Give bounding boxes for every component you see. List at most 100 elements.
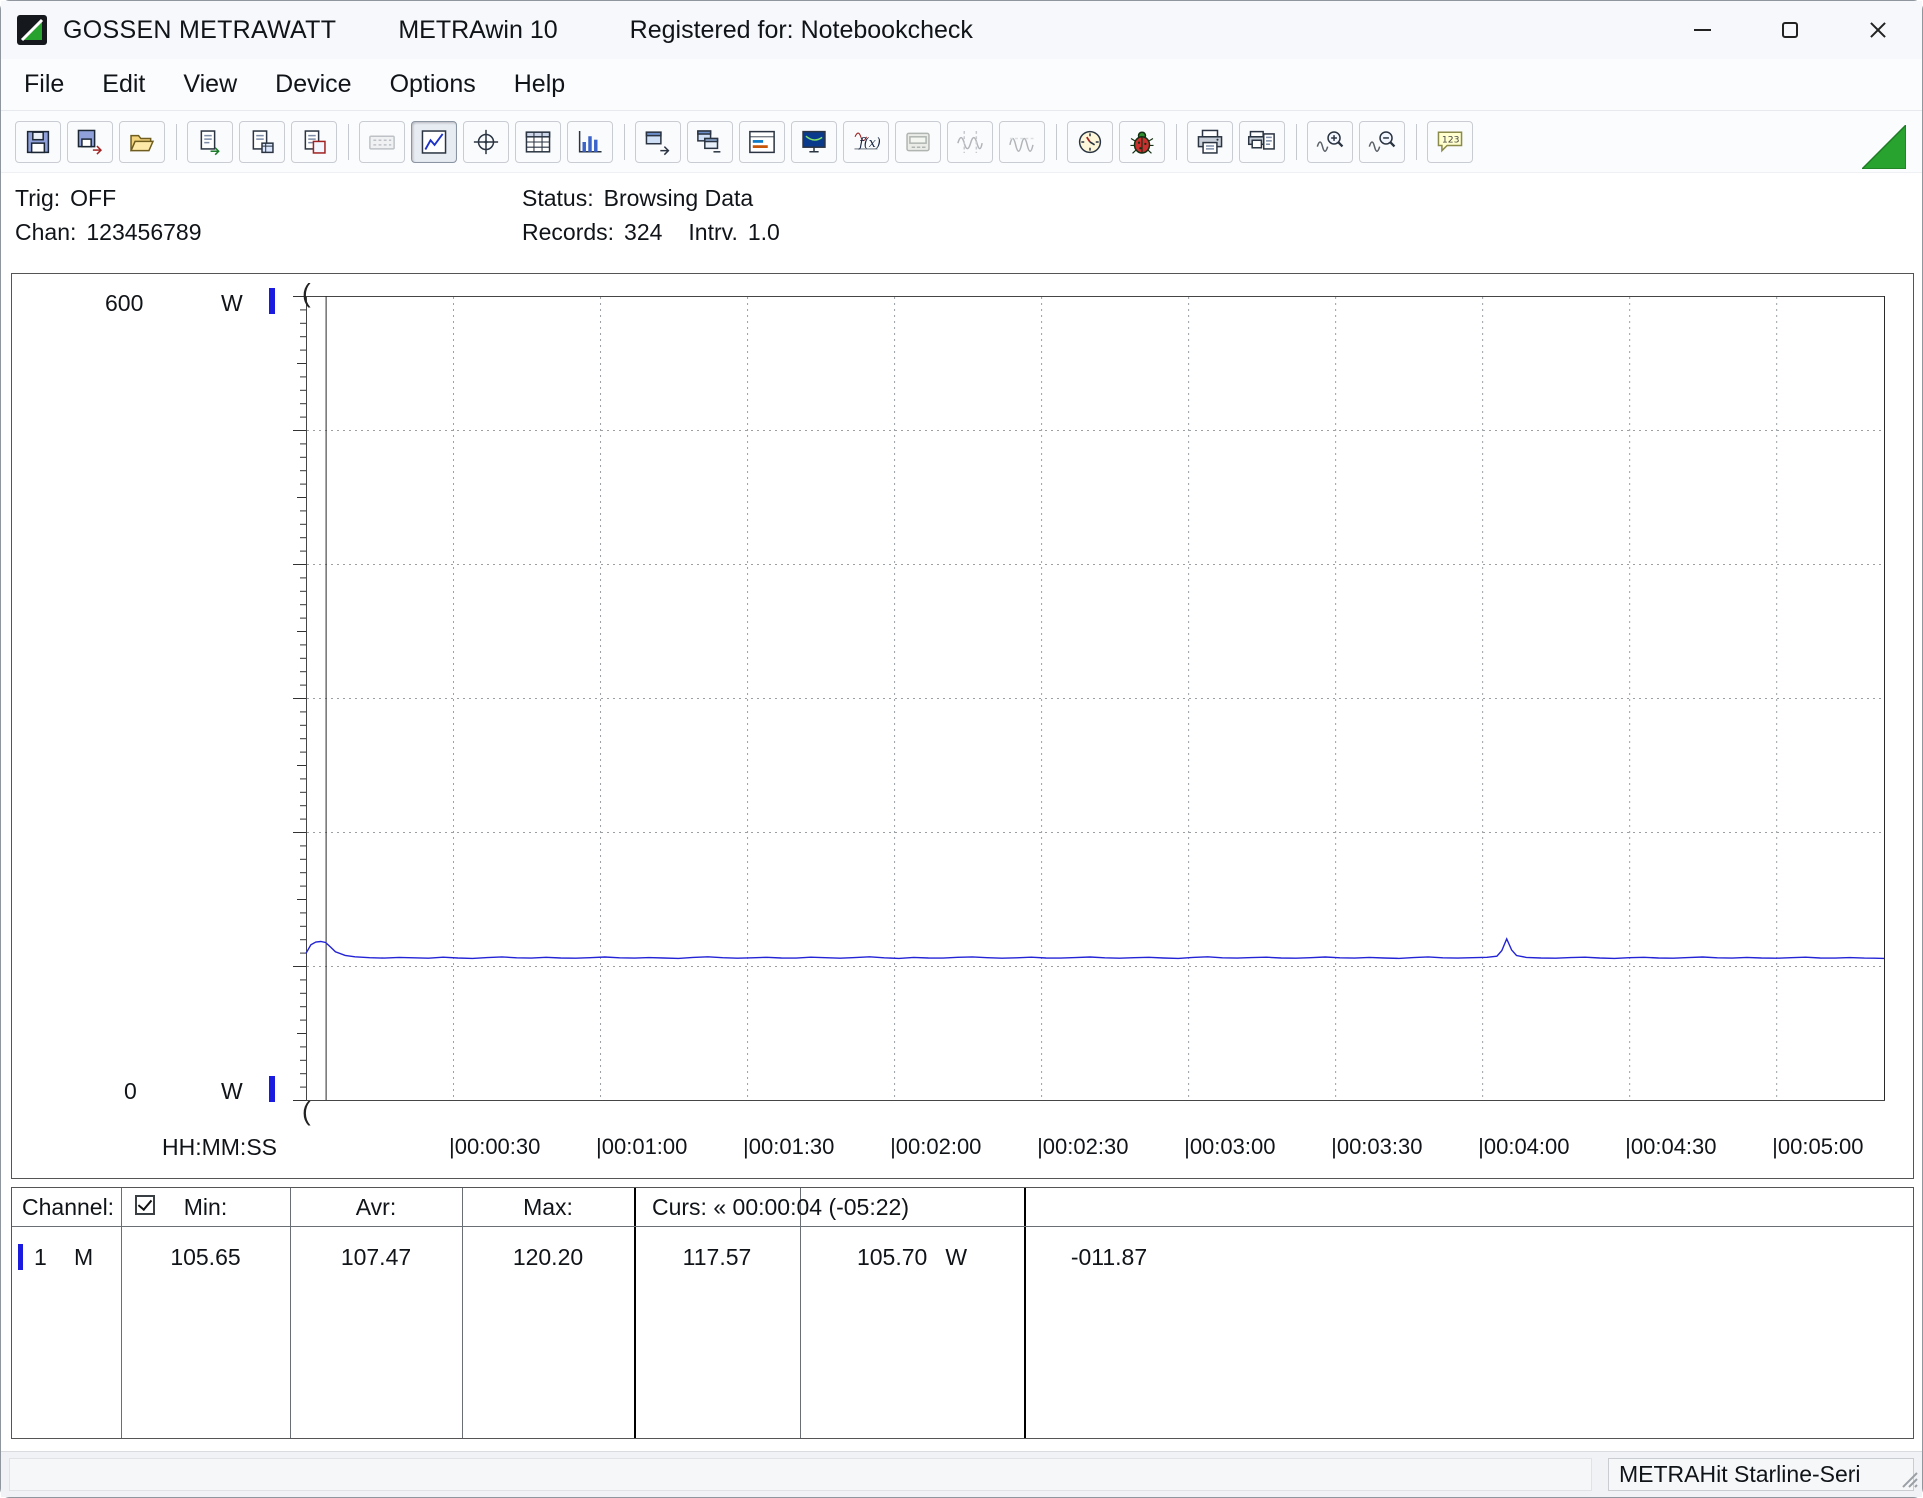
toolbar-separator [348,124,349,160]
value-cursor2: 105.70 [857,1244,927,1270]
toolbar-separator [1296,124,1297,160]
connected-device-name: METRAHit Starline-Seri [1619,1461,1861,1488]
channel-number: 1 [34,1244,47,1271]
toolbar-separator [176,124,177,160]
menu-item-edit[interactable]: Edit [83,70,164,99]
status-line: Status: Browsing Data [522,181,780,215]
trig-label: Trig: [15,185,60,211]
y-axis-unit-bottom: W [221,1078,243,1105]
toolbar-save-button[interactable] [15,121,61,163]
trigger-channel-info: Trig: OFF Chan: 123456789 [15,181,202,249]
toolbar-waveform-markers-button[interactable] [947,121,993,163]
toolbar-zoom-out-button[interactable] [1359,121,1405,163]
cursor1-marker-top[interactable]: ( [302,278,311,309]
header-channel: Channel: [22,1194,114,1221]
header-avr: Avr: [290,1194,462,1221]
toolbar-window-tile-button[interactable] [687,121,733,163]
toolbar-crosshair-button[interactable] [463,121,509,163]
time-tick-label: |00:02:30 [1037,1134,1128,1160]
statusbar-message-cell [9,1458,1592,1491]
time-tick-label: |00:01:00 [596,1134,687,1160]
toolbar-numeric-display-button[interactable] [359,121,405,163]
toolbar-meter-clock-button[interactable] [1067,121,1113,163]
toolbar-print-button[interactable] [1187,121,1233,163]
toolbar-print-preview-button[interactable] [1239,121,1285,163]
toolbar: f(x) 123 [1,111,1922,173]
header-max: Max: [462,1194,634,1221]
toolbar-export-copy-button[interactable] [291,121,337,163]
time-tick-label: |00:05:00 [1772,1134,1863,1160]
time-tick-label: |00:04:00 [1478,1134,1569,1160]
chart-panel: 600 W 0 W ( ( HH:MM:SS |00:00:30|00:01:0… [11,273,1914,1179]
menu-item-file[interactable]: File [5,70,83,99]
menu-item-device[interactable]: Device [256,70,370,99]
app-logo-icon [17,15,47,45]
time-tick-label: |00:04:30 [1625,1134,1716,1160]
maximize-button[interactable] [1746,1,1834,59]
menu-bar: FileEditViewDeviceOptionsHelp [1,59,1922,111]
channel-line: Chan: 123456789 [15,215,202,249]
toolbar-monitor-view-button[interactable] [791,121,837,163]
close-icon [1868,20,1888,40]
close-button[interactable] [1834,1,1922,59]
time-tick-label: |00:01:30 [743,1134,834,1160]
channel1-axis-marker-top [269,288,275,314]
header-min: Min: [121,1194,290,1221]
chart-plot-svg[interactable] [12,274,1915,1180]
status-label: Status: [522,185,594,211]
toolbar-open-button[interactable] [119,121,165,163]
toolbar-annotation-note-button[interactable]: 123 [1427,121,1473,163]
device-online-indicator-icon [1862,125,1906,174]
svg-text:123: 123 [1442,134,1460,145]
title-registered-for: Registered for: Notebookcheck [630,16,973,45]
channel-values-panel: Channel: Min: Avr: Max: Curs: « 00:00:04… [11,1187,1914,1439]
toolbar-bar-chart-button[interactable] [567,121,613,163]
y-axis-min-label: 0 [124,1078,137,1105]
channel1-axis-marker-bottom [269,1076,275,1102]
toolbar-record-bug-button[interactable] [1119,121,1165,163]
minimize-icon [1694,29,1711,31]
channel1-color-marker [18,1244,23,1270]
statusbar-device-cell: METRAHit Starline-Seri [1608,1458,1914,1491]
status-value: Browsing Data [604,185,754,211]
minimize-button[interactable] [1658,1,1746,59]
value-avr: 107.47 [290,1244,462,1271]
toolbar-function-fx-button[interactable]: f(x) [843,121,889,163]
toolbar-export-data-button[interactable] [239,121,285,163]
time-tick-label: |00:03:30 [1331,1134,1422,1160]
cursor1-marker-bottom[interactable]: ( [302,1096,311,1127]
title-app-name: METRAwin 10 [398,16,557,45]
toolbar-data-table-button[interactable] [515,121,561,163]
header-cursor-info: Curs: « 00:00:04 (-05:22) [652,1194,909,1221]
y-axis-unit-top: W [221,290,243,317]
channel-mode: M [74,1244,93,1271]
toolbar-separator [1056,124,1057,160]
toolbar-waveform-button[interactable] [999,121,1045,163]
records-label: Records: [522,219,614,245]
interval-value: 1.0 [748,219,780,245]
value-cursor2-cell: 105.70W [800,1244,1024,1271]
trig-value: OFF [70,185,116,211]
toolbar-device-display-button[interactable] [895,121,941,163]
title-brand: GOSSEN METRAWATT [63,16,336,45]
value-delta: -011.87 [1024,1244,1194,1271]
resize-grip-icon[interactable] [1895,1465,1919,1494]
menu-item-help[interactable]: Help [495,70,584,99]
trigger-line: Trig: OFF [15,181,202,215]
toolbar-export-report-button[interactable] [187,121,233,163]
menu-item-options[interactable]: Options [371,70,495,99]
menu-item-view[interactable]: View [164,70,256,99]
status-records-info: Status: Browsing Data Records:324Intrv.1.… [522,181,780,249]
records-line: Records:324Intrv.1.0 [522,215,780,249]
toolbar-line-chart-button[interactable] [411,121,457,163]
toolbar-profile-timeline-button[interactable] [739,121,785,163]
chan-label: Chan: [15,219,76,245]
toolbar-separator [624,124,625,160]
toolbar-separator [1176,124,1177,160]
toolbar-zoom-in-button[interactable] [1307,121,1353,163]
toolbar-save-copy-button[interactable] [67,121,113,163]
chan-value: 123456789 [86,219,201,245]
toolbar-window-cascade-button[interactable] [635,121,681,163]
value-min: 105.65 [121,1244,290,1271]
header-divider [12,1226,1913,1227]
